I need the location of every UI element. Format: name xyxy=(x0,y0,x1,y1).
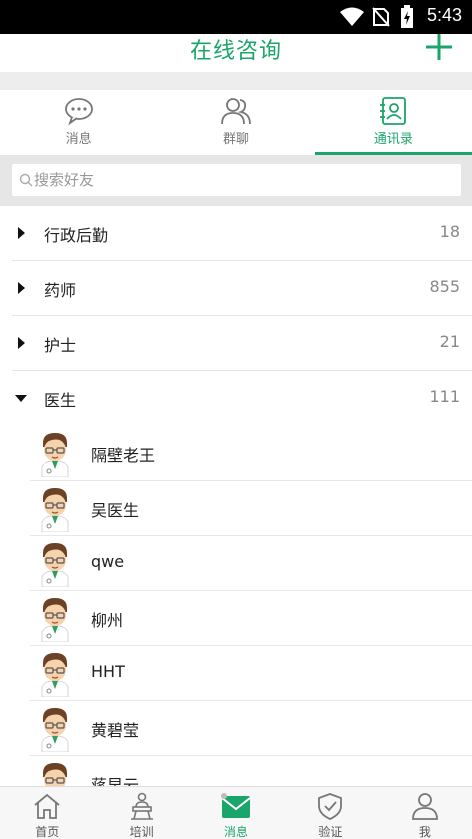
nav-label: 验证 xyxy=(318,825,343,839)
page-title: 在线咨询 xyxy=(189,39,282,64)
group-row-pharmacist[interactable]: 药师 855 xyxy=(12,261,472,316)
section-divider xyxy=(0,72,472,90)
wifi-icon xyxy=(340,7,364,26)
status-bar: 5:43 xyxy=(0,0,472,34)
contact-name: 黄碧莹 xyxy=(91,721,140,740)
nav-label: 我 xyxy=(418,825,431,839)
nav-verify[interactable]: 验证 xyxy=(283,787,377,839)
search-input[interactable] xyxy=(34,164,454,196)
shield-check-icon xyxy=(318,793,343,820)
message-envelope-icon xyxy=(221,793,251,818)
no-sim-icon xyxy=(372,7,390,27)
nav-messages[interactable]: 消息 xyxy=(189,787,283,839)
status-time: 5:43 xyxy=(426,5,462,25)
tab-messages[interactable]: 消息 xyxy=(0,90,157,155)
contact-row[interactable]: qwe xyxy=(30,536,472,591)
contacts-icon xyxy=(380,97,407,125)
tab-label: 消息 xyxy=(65,132,92,147)
group-row-doctor[interactable]: 医生 111 xyxy=(12,371,472,426)
group-icon xyxy=(221,98,251,125)
avatar xyxy=(38,761,72,786)
avatar xyxy=(38,541,72,588)
contact-row[interactable]: 吴医生 xyxy=(30,481,472,536)
training-icon xyxy=(130,792,153,820)
group-count: 18 xyxy=(439,222,460,241)
contact-row[interactable]: 隔壁老王 xyxy=(30,426,472,481)
expand-arrow-icon xyxy=(18,227,25,239)
group-name: 行政后勤 xyxy=(44,226,109,245)
avatar xyxy=(38,486,72,533)
group-count: 21 xyxy=(439,332,460,351)
contact-row[interactable]: 黄碧莹 xyxy=(30,701,472,756)
user-icon xyxy=(411,793,438,820)
nav-training[interactable]: 培训 xyxy=(94,787,188,839)
contact-name: 柳州 xyxy=(91,611,124,630)
tab-bar: 消息 群聊 通讯录 xyxy=(0,90,472,155)
group-name: 医生 xyxy=(44,391,77,410)
avatar xyxy=(38,431,72,478)
group-row-nurse[interactable]: 护士 21 xyxy=(12,316,472,371)
search-bar xyxy=(0,155,472,206)
nav-label: 首页 xyxy=(35,825,60,839)
contact-name: 隔壁老王 xyxy=(91,446,156,465)
group-count: 111 xyxy=(429,387,460,406)
contacts-list: 行政后勤 18 药师 855 护士 21 医生 111 隔壁老王 吴医生 qwe… xyxy=(0,206,472,786)
group-row-admin[interactable]: 行政后勤 18 xyxy=(12,206,472,261)
battery-charging-icon xyxy=(401,5,413,28)
expand-arrow-icon xyxy=(18,337,25,349)
bottom-nav: 首页 培训 消息 验证 我 xyxy=(0,786,472,839)
contact-name: 蒋早云 xyxy=(91,776,140,786)
add-button[interactable] xyxy=(424,32,454,62)
nav-home[interactable]: 首页 xyxy=(0,787,94,839)
nav-label: 培训 xyxy=(129,825,154,839)
tab-label: 通讯录 xyxy=(373,132,413,147)
tab-group-chat[interactable]: 群聊 xyxy=(157,90,314,155)
contact-row[interactable]: HHT xyxy=(30,646,472,701)
title-bar: 在线咨询 xyxy=(0,34,472,72)
contact-name: HHT xyxy=(91,662,125,681)
avatar xyxy=(38,651,72,698)
group-count: 855 xyxy=(429,277,460,296)
search-icon xyxy=(19,173,33,187)
avatar xyxy=(38,596,72,643)
tab-contacts[interactable]: 通讯录 xyxy=(314,90,472,155)
chat-bubble-icon xyxy=(64,98,93,126)
expand-arrow-icon xyxy=(18,282,25,294)
contact-row[interactable]: 柳州 xyxy=(30,591,472,646)
group-name: 药师 xyxy=(44,281,77,300)
collapse-arrow-icon xyxy=(15,395,27,402)
nav-me[interactable]: 我 xyxy=(378,787,472,839)
group-name: 护士 xyxy=(44,336,77,355)
contact-name: 吴医生 xyxy=(91,501,140,520)
avatar xyxy=(38,706,72,753)
contact-name: qwe xyxy=(91,552,125,571)
search-box xyxy=(12,164,461,196)
home-icon xyxy=(34,793,60,819)
contact-row[interactable]: 蒋早云 xyxy=(30,756,472,786)
nav-label: 消息 xyxy=(224,825,249,839)
tab-label: 群聊 xyxy=(222,132,249,147)
